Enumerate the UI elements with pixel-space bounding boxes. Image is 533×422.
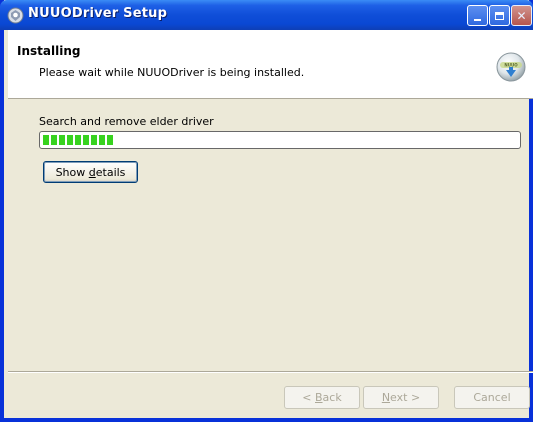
close-icon: ✕ [516, 8, 527, 23]
next-button[interactable]: Next > [363, 386, 439, 409]
progress-fill [43, 135, 114, 145]
minimize-button[interactable] [467, 5, 488, 26]
footer-separator [8, 371, 533, 373]
show-details-suffix: etails [95, 165, 126, 179]
back-prefix: < [302, 391, 315, 404]
back-button[interactable]: < Back [284, 386, 360, 409]
installer-window: NUUODriver Setup ✕ Installing Please wai… [0, 0, 533, 422]
next-accel: N [381, 391, 391, 404]
nuuo-install-logo-icon: NUUO [496, 52, 526, 82]
maximize-icon [495, 11, 504, 20]
cancel-button[interactable]: Cancel [454, 386, 530, 409]
page-title: Installing [17, 44, 81, 58]
cancel-label: Cancel [473, 391, 511, 404]
title-bar[interactable]: NUUODriver Setup ✕ [0, 0, 533, 30]
window-title: NUUODriver Setup [28, 6, 168, 21]
minimize-icon [474, 18, 481, 21]
setup-app-icon [7, 7, 24, 24]
next-suffix: ext > [390, 391, 421, 404]
close-button[interactable]: ✕ [511, 5, 532, 26]
progress-status-text: Search and remove elder driver [39, 115, 214, 128]
show-details-button[interactable]: Show details [43, 161, 138, 183]
maximize-button[interactable] [489, 5, 510, 26]
show-details-accel: d [88, 165, 96, 179]
page-subtitle: Please wait while NUUODriver is being in… [39, 66, 305, 79]
install-progress-bar [39, 131, 521, 149]
wizard-header: Installing Please wait while NUUODriver … [8, 30, 533, 99]
back-suffix: ack [322, 391, 342, 404]
logo-text: NUUO [504, 63, 518, 68]
wizard-content: Search and remove elder driver Show deta… [8, 99, 533, 369]
back-accel: B [315, 391, 323, 404]
show-details-prefix: Show [55, 165, 89, 179]
